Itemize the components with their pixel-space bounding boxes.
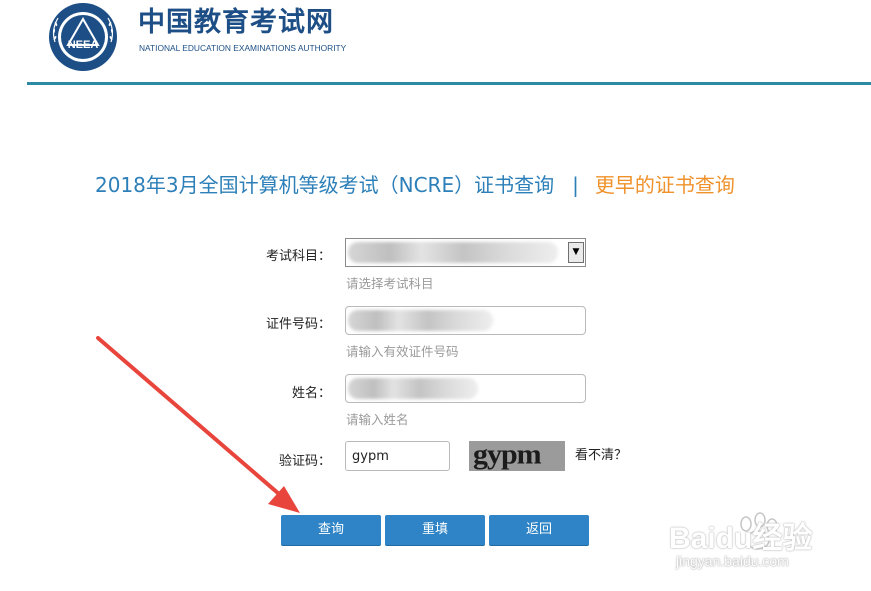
watermark-url: jingyan.baidu.com	[676, 553, 789, 569]
annotation-arrow-icon	[96, 336, 300, 513]
watermark-brand: Baidu经验	[669, 522, 813, 555]
